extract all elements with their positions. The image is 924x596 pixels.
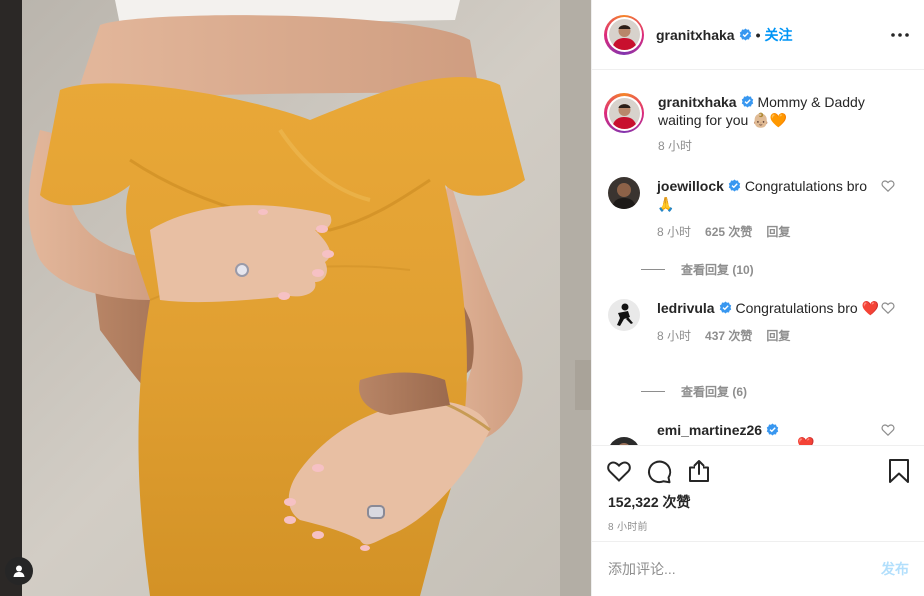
commenter-username[interactable]: emi_martinez26 xyxy=(657,422,762,438)
comment-item: emi_martinez26 ❤️ xyxy=(608,421,913,445)
comments-list[interactable]: granitxhaka Mommy & Daddy waiting for yo… xyxy=(592,71,924,445)
comment-item: joewillock Congratulations bro 🙏 8 小时 62… xyxy=(608,177,913,241)
view-replies-button[interactable]: 查看回复 (10) xyxy=(641,261,754,278)
header-separator: • xyxy=(755,26,761,43)
comment-likes[interactable]: 437 次赞 xyxy=(705,327,752,345)
post-timestamp[interactable]: 8 小时前 xyxy=(608,518,648,533)
commenter-username[interactable]: ledrivula xyxy=(657,300,715,316)
verified-badge-icon xyxy=(739,28,751,41)
post-photo[interactable] xyxy=(0,0,591,596)
replies-divider xyxy=(641,269,665,270)
comment-text: ❤️ xyxy=(797,436,815,445)
heart-icon[interactable] xyxy=(881,179,895,193)
commenter-avatar[interactable] xyxy=(608,437,640,445)
heart-icon[interactable] xyxy=(881,423,895,437)
view-replies-label: 查看回复 (10) xyxy=(681,263,754,277)
more-options-button[interactable] xyxy=(889,24,911,46)
verified-badge-icon xyxy=(741,95,753,108)
caption-time[interactable]: 8 小时 xyxy=(658,137,888,155)
reply-button[interactable]: 回复 xyxy=(766,327,790,345)
user-tag-icon xyxy=(13,565,25,577)
share-icon[interactable] xyxy=(686,458,712,484)
post-actions: 152,322 次赞 8 小时前 xyxy=(592,445,924,541)
commenter-avatar[interactable] xyxy=(608,177,640,209)
reply-button[interactable]: 回复 xyxy=(766,223,790,241)
follow-button[interactable]: 关注 xyxy=(765,25,793,45)
author-username[interactable]: granitxhaka xyxy=(656,27,735,43)
comment-item: ledrivula Congratulations bro ❤️ 8 小时 43… xyxy=(608,299,913,345)
comment-time[interactable]: 8 小时 xyxy=(657,223,691,241)
post-caption: granitxhaka Mommy & Daddy waiting for yo… xyxy=(604,93,904,155)
comment-likes[interactable]: 625 次赞 xyxy=(705,223,752,241)
commenter-avatar[interactable] xyxy=(608,299,640,331)
likes-count[interactable]: 152,322 次赞 xyxy=(608,492,691,512)
bookmark-icon[interactable] xyxy=(887,458,911,484)
comment-text: Congratulations bro ❤️ xyxy=(735,300,879,316)
comment-icon[interactable] xyxy=(646,458,672,484)
view-replies-button[interactable]: 查看回复 (6) xyxy=(641,383,747,400)
post-header: granitxhaka • 关注 xyxy=(592,0,924,70)
photo-image xyxy=(0,0,591,596)
author-avatar[interactable] xyxy=(604,14,644,55)
heart-icon[interactable] xyxy=(606,458,632,484)
view-replies-label: 查看回复 (6) xyxy=(681,385,748,399)
post-comment-button[interactable]: 发布 xyxy=(881,559,909,579)
comment-input[interactable] xyxy=(608,561,881,577)
user-tags-button[interactable] xyxy=(5,557,33,585)
instagram-post-modal: granitxhaka • 关注 granitxhaka Mommy & Dad… xyxy=(0,0,924,596)
post-side-panel: granitxhaka • 关注 granitxhaka Mommy & Dad… xyxy=(591,0,924,596)
verified-badge-icon xyxy=(766,423,779,436)
caption-username[interactable]: granitxhaka xyxy=(658,94,737,110)
verified-badge-icon xyxy=(728,179,741,192)
comment-time[interactable]: 8 小时 xyxy=(657,327,691,345)
more-horizontal-icon xyxy=(891,33,909,37)
add-comment-bar: 发布 xyxy=(592,541,924,596)
replies-divider xyxy=(641,391,665,392)
verified-badge-icon xyxy=(719,301,731,314)
caption-avatar[interactable] xyxy=(604,93,644,133)
commenter-username[interactable]: joewillock xyxy=(657,178,724,194)
heart-icon[interactable] xyxy=(881,301,895,315)
